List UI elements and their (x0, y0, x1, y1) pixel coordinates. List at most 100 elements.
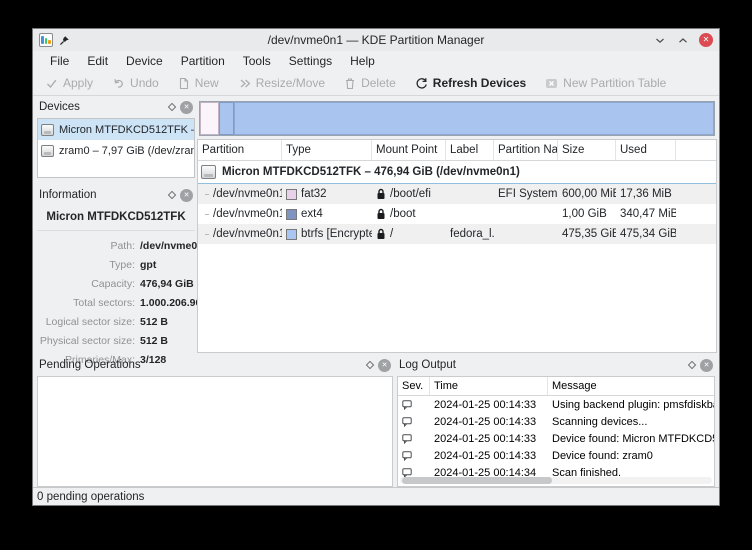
partition-segment-boot[interactable] (219, 102, 234, 135)
log-table-header[interactable]: Sev. Time Message (398, 377, 714, 396)
new-document-icon (178, 77, 190, 90)
menu-file[interactable]: File (41, 52, 78, 70)
partition-segment-root[interactable] (234, 102, 714, 135)
log-output-panel: Log Output ✕ Sev. Time Message 2024-01-2… (397, 355, 715, 487)
info-device-name: Micron MTFDKCD512TFK (37, 205, 195, 231)
pending-operations-panel: Pending Operations ✕ (37, 355, 393, 487)
log-row[interactable]: 2024-01-25 00:14:33 Device found: zram0 (398, 447, 714, 464)
info-label: Physical sector size: (37, 335, 135, 347)
table-row-efi[interactable]: /dev/nvme0n1... fat32 /boot/efi EFI Syst… (198, 184, 716, 204)
horizontal-scrollbar[interactable] (400, 477, 712, 484)
table-row-root[interactable]: /dev/nvme0n1... btrfs [Encrypted] / fedo… (198, 224, 716, 244)
drive-icon (41, 145, 54, 157)
lock-icon (376, 188, 386, 200)
close-icon[interactable]: ✕ (699, 33, 713, 47)
trash-icon (344, 77, 356, 90)
info-bubble-icon (402, 400, 412, 410)
float-panel-icon[interactable] (366, 361, 374, 369)
close-panel-icon[interactable]: ✕ (700, 359, 713, 372)
toolbar: Apply Undo New Resize/Move Delete Refres… (33, 71, 719, 96)
fs-color-swatch (286, 229, 297, 240)
pin-icon[interactable] (59, 35, 70, 46)
info-label: Type: (37, 259, 135, 271)
pending-operations-title: Pending Operations (39, 359, 367, 371)
menu-tools[interactable]: Tools (234, 52, 280, 70)
apply-check-icon (45, 77, 58, 90)
log-row[interactable]: 2024-01-25 00:14:33 Using backend plugin… (398, 396, 714, 413)
info-bubble-icon (402, 434, 412, 444)
resize-move-button: Resize/Move (238, 76, 325, 90)
refresh-devices-button[interactable]: Refresh Devices (415, 76, 526, 90)
new-partition-table-icon (545, 77, 558, 90)
info-fields: Path: /dev/nvme0n1 Type: gpt Capacity: 4… (37, 231, 195, 366)
col-severity[interactable]: Sev. (398, 377, 430, 395)
device-item-zram0[interactable]: zram0 – 7,97 GiB (/dev/zram0) (38, 140, 194, 161)
devices-panel-header: Devices ✕ (37, 97, 195, 117)
device-group-row[interactable]: Micron MTFDKCD512TFK – 476,94 GiB (/dev/… (198, 161, 716, 184)
undo-button: Undo (112, 76, 159, 90)
log-row[interactable]: 2024-01-25 00:14:33 Scanning devices... (398, 413, 714, 430)
partition-segment-efi[interactable] (200, 102, 219, 135)
drive-icon (201, 165, 216, 179)
info-bubble-icon (402, 417, 412, 427)
col-partition[interactable]: Partition (198, 140, 282, 160)
float-panel-icon[interactable] (168, 191, 176, 199)
float-panel-icon[interactable] (688, 361, 696, 369)
lock-icon (376, 228, 386, 240)
device-item-micron[interactable]: Micron MTFDKCD512TFK – 4... (38, 119, 194, 140)
scrollbar-thumb[interactable] (402, 477, 552, 484)
main-content: Devices ✕ Micron MTFDKCD512TFK – 4... zr… (33, 96, 719, 487)
table-row-boot[interactable]: /dev/nvme0n1... ext4 /boot 1,00 GiB 340,… (198, 204, 716, 224)
close-panel-icon[interactable]: ✕ (378, 359, 391, 372)
info-label: Capacity: (37, 278, 135, 290)
log-output-header: Log Output ✕ (397, 355, 715, 375)
pending-operations-header: Pending Operations ✕ (37, 355, 393, 375)
information-panel-title: Information (39, 189, 169, 201)
col-label[interactable]: Label (446, 140, 494, 160)
fs-color-swatch (286, 189, 297, 200)
pending-operations-list (37, 376, 393, 487)
col-time[interactable]: Time (430, 377, 548, 395)
title-bar[interactable]: /dev/nvme0n1 — KDE Partition Manager ✕ (33, 29, 719, 51)
partition-bar[interactable] (199, 101, 715, 136)
kde-partition-manager-window: /dev/nvme0n1 — KDE Partition Manager ✕ F… (32, 28, 720, 506)
undo-icon (112, 77, 125, 90)
menu-settings[interactable]: Settings (280, 52, 341, 70)
close-panel-icon[interactable]: ✕ (180, 189, 193, 202)
fs-color-swatch (286, 209, 297, 220)
menu-help[interactable]: Help (341, 52, 384, 70)
status-bar: 0 pending operations (33, 487, 719, 505)
float-panel-icon[interactable] (168, 103, 176, 111)
info-bubble-icon (402, 468, 412, 478)
close-panel-icon[interactable]: ✕ (180, 101, 193, 114)
menu-edit[interactable]: Edit (78, 52, 117, 70)
col-partition-name[interactable]: Partition Nam (494, 140, 558, 160)
devices-list: Micron MTFDKCD512TFK – 4... zram0 – 7,97… (37, 118, 195, 178)
devices-panel: Devices ✕ Micron MTFDKCD512TFK – 4... zr… (37, 97, 195, 178)
menu-device[interactable]: Device (117, 52, 172, 70)
pending-operations-count: 0 pending operations (37, 491, 144, 503)
app-icon (39, 33, 53, 47)
col-mount-point[interactable]: Mount Point (372, 140, 446, 160)
log-output-title: Log Output (399, 359, 689, 371)
drive-icon (41, 124, 54, 136)
partition-table-header[interactable]: Partition Type Mount Point Label Partiti… (198, 140, 716, 161)
minimize-button[interactable] (653, 33, 667, 47)
col-message[interactable]: Message (548, 377, 714, 395)
log-output-table: Sev. Time Message 2024-01-25 00:14:33 Us… (397, 376, 715, 487)
col-size[interactable]: Size (558, 140, 616, 160)
apply-button: Apply (45, 76, 93, 90)
info-bubble-icon (402, 451, 412, 461)
new-partition-table-button: New Partition Table (545, 76, 666, 90)
new-button: New (178, 76, 219, 90)
log-row[interactable]: 2024-01-25 00:14:33 Device found: Micron… (398, 430, 714, 447)
col-used[interactable]: Used (616, 140, 676, 160)
info-label: Logical sector size: (37, 316, 135, 328)
menu-bar: File Edit Device Partition Tools Setting… (33, 51, 719, 71)
devices-panel-title: Devices (39, 101, 169, 113)
info-label: Path: (37, 240, 135, 252)
lock-icon (376, 208, 386, 220)
maximize-button[interactable] (676, 33, 690, 47)
col-type[interactable]: Type (282, 140, 372, 160)
menu-partition[interactable]: Partition (172, 52, 234, 70)
